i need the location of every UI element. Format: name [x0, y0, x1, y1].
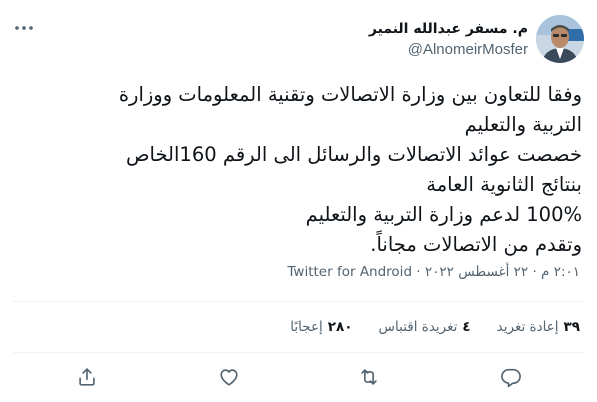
tweet-line: 100% لدعم وزارة التربية والتعليم: [305, 203, 582, 226]
tweet-line: وتقدم من الاتصالات مجاناً.: [370, 233, 582, 256]
divider: [13, 301, 584, 302]
more-horizontal-icon: [15, 26, 33, 30]
quotes-count: ٤: [462, 319, 471, 335]
tweet-date[interactable]: ٢٢ أغسطس ٢٠٢٢: [425, 264, 528, 280]
tweet-actions: [0, 364, 597, 390]
likes-count: ٢٨٠: [327, 319, 353, 335]
tweet-line: خصصت عوائد الاتصالات والرسائل الى الرقم …: [125, 143, 582, 166]
reply-button[interactable]: [498, 364, 524, 390]
tweet-text: وفقا للتعاون بين وزارة الاتصالات وتقنية …: [42, 80, 582, 260]
retweet-button[interactable]: [356, 364, 382, 390]
author-name[interactable]: م. مسفر عبدالله النمير: [369, 19, 528, 39]
tweet-meta: ٢:٠١ م · ٢٢ أغسطس ٢٠٢٢ · Twitter for And…: [287, 264, 580, 280]
more-button[interactable]: [12, 20, 36, 36]
like-button[interactable]: [216, 364, 242, 390]
avatar[interactable]: [536, 15, 584, 63]
reply-icon: [501, 368, 521, 388]
likes-label: إعجابًا: [290, 319, 323, 335]
author-handle[interactable]: @AlnomeirMosfer: [369, 40, 528, 60]
author-block[interactable]: م. مسفر عبدالله النمير @AlnomeirMosfer: [369, 19, 528, 60]
tweet-time[interactable]: ٢:٠١ م: [541, 264, 580, 280]
retweets-count: ٣٩: [563, 319, 580, 335]
likes-stat[interactable]: ٢٨٠ إعجابًا: [290, 319, 352, 335]
tweet-line: بنتائج الثانوية العامة: [426, 173, 582, 196]
tweet-line: وفقا للتعاون بين وزارة الاتصالات وتقنية …: [118, 83, 582, 106]
quotes-label: تغريدة اقتباس: [378, 319, 458, 335]
meta-separator: ·: [528, 264, 542, 280]
tweet-stats: ٣٩ إعادة تغريد ٤ تغريدة اقتباس ٢٨٠ إعجاب…: [290, 319, 580, 335]
retweet-icon: [361, 369, 377, 385]
quotes-stat[interactable]: ٤ تغريدة اقتباس: [379, 319, 471, 335]
divider: [13, 352, 584, 353]
tweet-source[interactable]: Twitter for Android: [287, 264, 412, 280]
profile-photo: [536, 15, 584, 63]
tweet-line: التربية والتعليم: [464, 113, 582, 136]
share-button[interactable]: [74, 364, 100, 390]
retweets-label: إعادة تغريد: [496, 319, 559, 335]
meta-separator: ·: [412, 264, 425, 280]
retweets-stat[interactable]: ٣٩ إعادة تغريد: [497, 319, 580, 335]
share-icon: [79, 368, 95, 386]
heart-icon: [220, 369, 238, 386]
tweet-card: م. مسفر عبدالله النمير @AlnomeirMosfer و…: [0, 0, 597, 402]
